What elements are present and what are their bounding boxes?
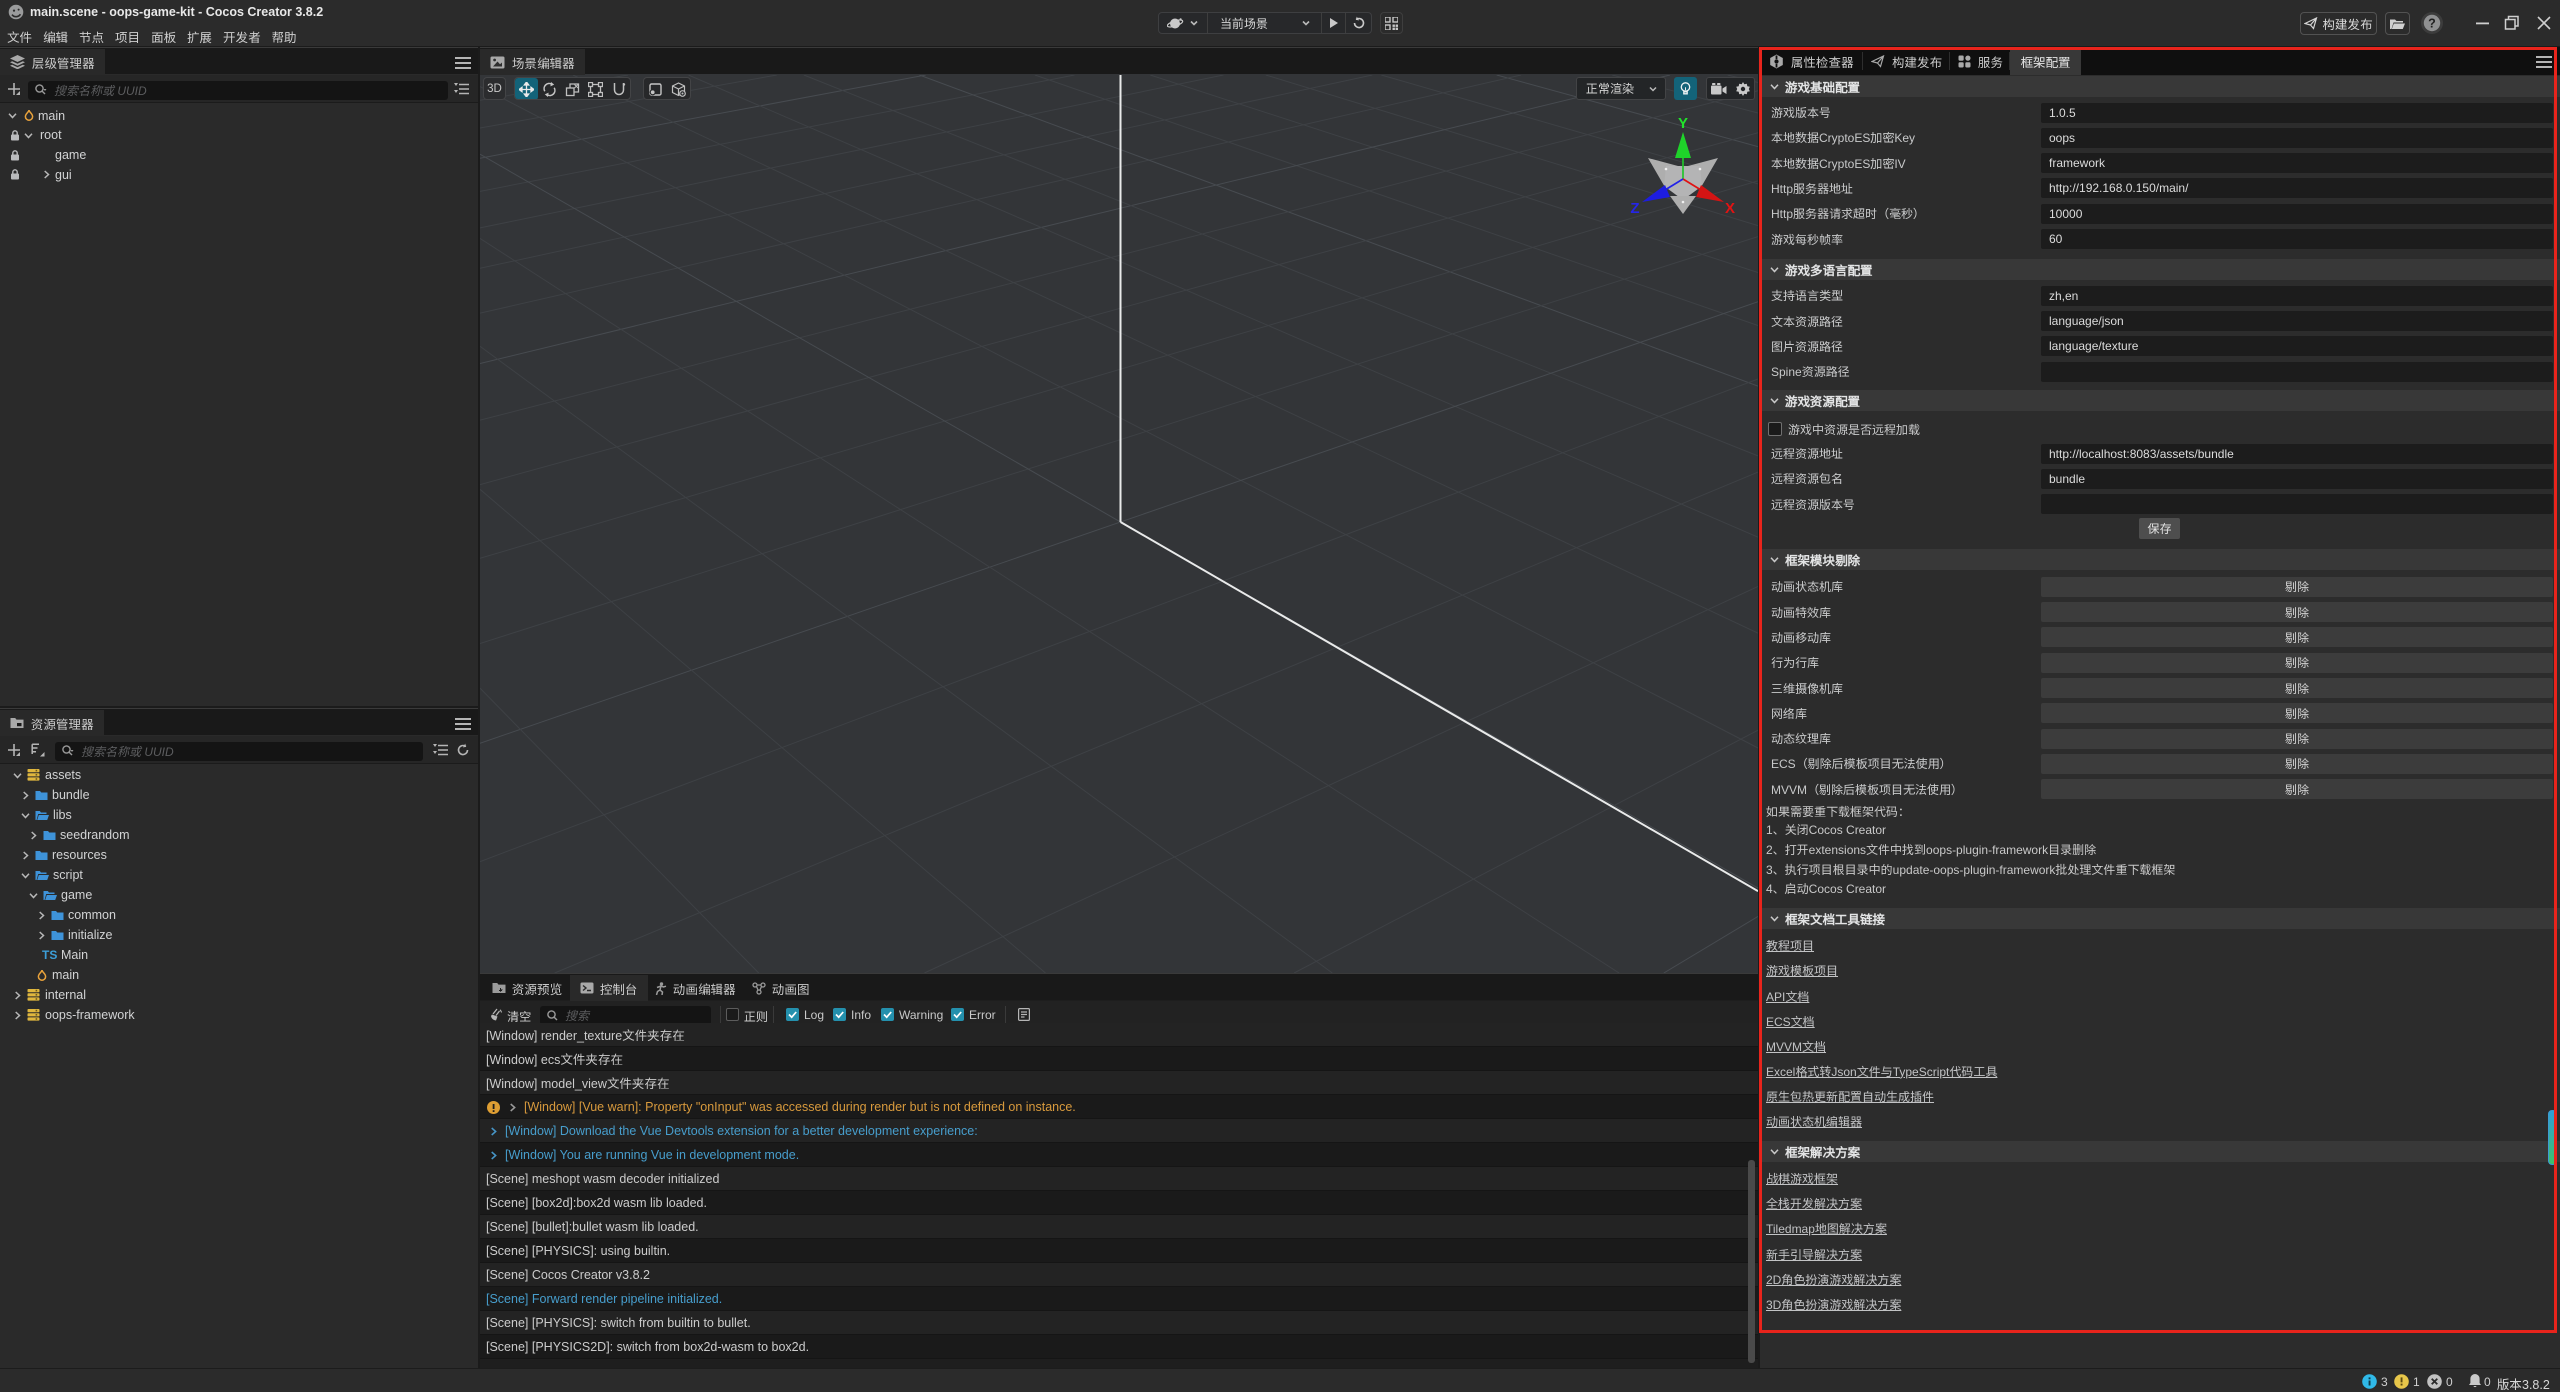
svg-text:Z: Z [1630,200,1639,217]
svg-text:?: ? [2428,17,2436,31]
svg-text:X: X [1725,200,1735,217]
svg-text:Y: Y [1678,115,1688,132]
